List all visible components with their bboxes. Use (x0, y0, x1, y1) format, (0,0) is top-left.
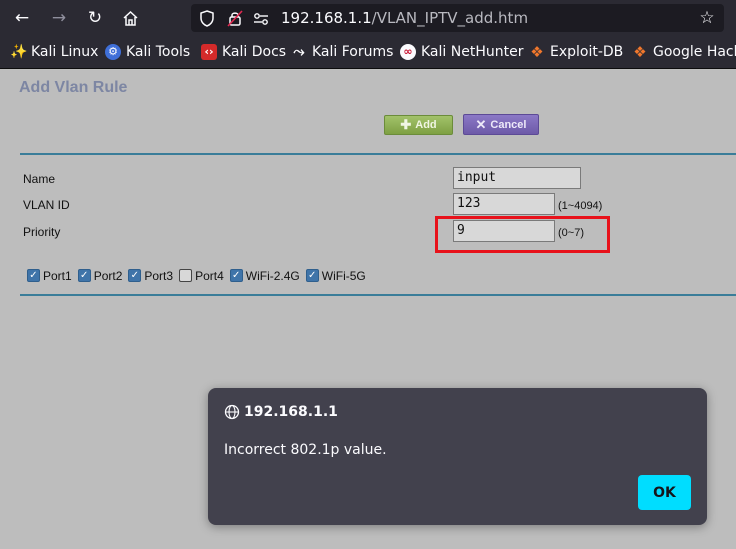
wifi-5g-checkbox[interactable]: ✓ WiFi-5G (305, 268, 366, 283)
checkbox-checked-icon: ✓ (128, 269, 142, 282)
vlan-id-label: VLAN ID (23, 198, 70, 212)
google-hacking-icon: ❖ (633, 43, 647, 61)
port-selection: ✓ Port1 ✓ Port2 ✓ Port3 Port4 ✓ WiFi-2.4G ✓ W… (27, 267, 372, 284)
bookmark-google-hacking[interactable]: ❖ Google Hack (632, 42, 736, 62)
divider-bottom (20, 294, 736, 296)
alert-dialog: 192.168.1.1 Incorrect 802.1p value. OK (208, 388, 707, 525)
port-label: Port4 (195, 268, 224, 283)
shield-icon[interactable] (197, 7, 217, 29)
bookmarks-toolbar: ✨ Kali Linux ⚙ Kali Tools ‹› Kali Docs ⤳… (0, 36, 736, 69)
port-label: Port2 (93, 268, 123, 283)
vlan-id-hint: (1~4094) (558, 200, 603, 212)
port-label: WiFi-5G (321, 268, 366, 283)
checkbox-checked-icon: ✓ (27, 269, 40, 282)
bookmark-label: Google Hack (653, 44, 736, 60)
name-input[interactable]: input (453, 167, 581, 189)
bookmark-kali-linux[interactable]: ✨ Kali Linux (10, 42, 98, 62)
plus-icon: ✚ (400, 117, 412, 132)
bookmark-label: Kali Tools (126, 44, 191, 60)
browser-toolbar: ← → ↻ 192.168.1.1/VLAN_IPTV_add.htm ☆ (0, 0, 736, 36)
port2-checkbox[interactable]: ✓ Port2 (77, 268, 123, 283)
close-icon: ✕ (475, 116, 487, 132)
bookmark-kali-nethunter[interactable]: ∞ Kali NetHunter (400, 42, 523, 62)
ok-button[interactable]: OK (638, 475, 691, 510)
port-label: Port3 (144, 268, 174, 283)
bookmark-kali-tools[interactable]: ⚙ Kali Tools (105, 42, 190, 62)
bookmark-star-icon[interactable]: ☆ (696, 7, 718, 29)
port-label: Port1 (43, 268, 72, 283)
reload-icon[interactable]: ↻ (84, 7, 106, 29)
kali-tools-icon: ⚙ (105, 44, 121, 60)
nethunter-icon: ∞ (400, 44, 416, 60)
dialog-title-text: 192.168.1.1 (244, 404, 338, 420)
kali-forums-icon: ⤳ (293, 44, 305, 60)
add-button[interactable]: ✚ Add (384, 115, 453, 135)
add-button-label: Add (415, 119, 437, 131)
bookmark-kali-docs[interactable]: ‹› Kali Docs (201, 42, 286, 62)
vlan-id-input[interactable]: 123 (453, 193, 555, 215)
divider-top (20, 153, 736, 155)
home-icon[interactable] (119, 7, 141, 29)
port-label: WiFi-2.4G (245, 268, 300, 283)
port4-checkbox[interactable]: Port4 (179, 269, 224, 283)
cancel-button-label: Cancel (490, 118, 527, 131)
checkbox-checked-icon: ✓ (229, 269, 243, 282)
dialog-title: 192.168.1.1 (224, 404, 338, 420)
bookmark-label: Exploit-DB (550, 44, 624, 60)
cancel-button[interactable]: ✕ Cancel (463, 114, 539, 135)
checkbox-checked-icon: ✓ (77, 269, 91, 282)
back-arrow-icon[interactable]: ← (11, 7, 33, 29)
checkbox-checked-icon: ✓ (305, 269, 319, 282)
permissions-icon[interactable] (251, 7, 271, 29)
kali-docs-icon: ‹› (201, 44, 217, 60)
address-bar[interactable]: 192.168.1.1/VLAN_IPTV_add.htm ☆ (191, 4, 724, 32)
insecure-lock-icon[interactable] (225, 7, 245, 29)
bookmark-kali-forums[interactable]: ⤳ Kali Forums (291, 42, 393, 62)
page-title: Add Vlan Rule (19, 79, 128, 96)
port1-checkbox[interactable]: ✓ Port1 (27, 269, 72, 283)
bookmark-exploit-db[interactable]: ❖ Exploit-DB (529, 42, 623, 62)
globe-icon (224, 404, 240, 420)
dialog-message: Incorrect 802.1p value. (224, 442, 387, 458)
kali-dragon-icon: ✨ (10, 44, 28, 60)
url-host: 192.168.1.1 (281, 9, 372, 27)
exploit-db-icon: ❖ (530, 43, 544, 61)
name-label: Name (23, 172, 56, 186)
url-text[interactable]: 192.168.1.1/VLAN_IPTV_add.htm (281, 9, 528, 27)
bookmark-label: Kali NetHunter (421, 44, 524, 60)
bookmark-label: Kali Linux (31, 44, 99, 60)
checkbox-unchecked-icon (179, 269, 193, 282)
wifi-24g-checkbox[interactable]: ✓ WiFi-2.4G (229, 268, 300, 283)
bookmark-label: Kali Docs (222, 44, 287, 60)
url-path: /VLAN_IPTV_add.htm (371, 9, 529, 27)
bookmark-label: Kali Forums (312, 44, 394, 60)
port3-checkbox[interactable]: ✓ Port3 (128, 269, 173, 283)
priority-label: Priority (23, 225, 61, 239)
priority-highlight-box (435, 216, 610, 253)
forward-arrow-icon[interactable]: → (48, 7, 70, 29)
